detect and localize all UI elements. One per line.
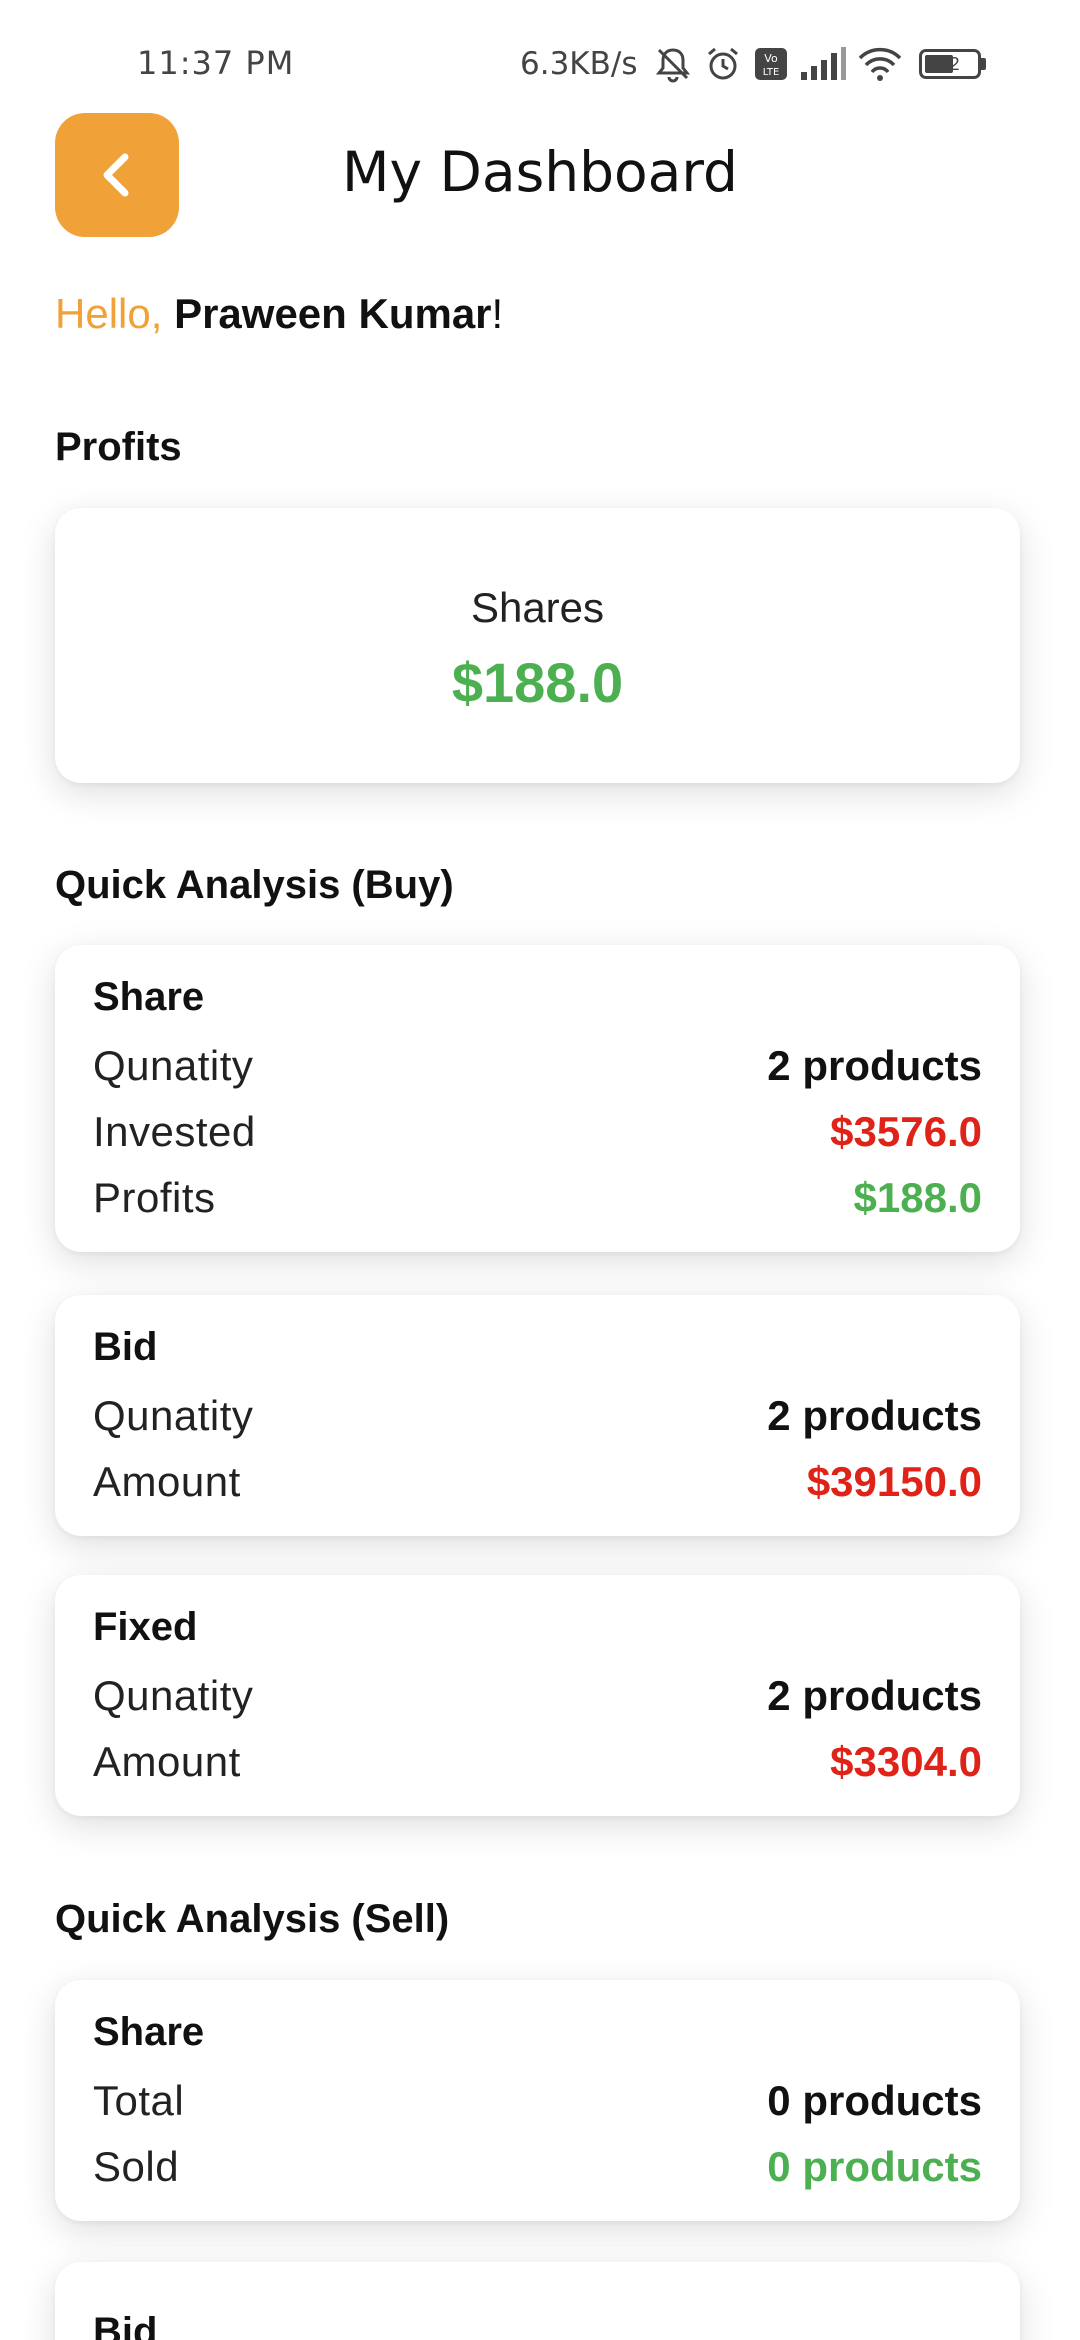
- signal-icon: [799, 46, 847, 82]
- row-label: Invested: [93, 1108, 256, 1155]
- card-row: Amount $39150.0: [93, 1457, 982, 1507]
- row-label: Qunatity: [93, 1042, 254, 1089]
- svg-text:Vo: Vo: [764, 52, 778, 65]
- battery-level: 52: [939, 54, 960, 74]
- volte-icon: Vo LTE: [753, 46, 789, 82]
- card-title: Share: [93, 2010, 205, 2054]
- buy-share-card: Share Qunatity 2 products Invested $3576…: [55, 945, 1020, 1252]
- greeting-suffix: !: [491, 290, 504, 337]
- card-title: Fixed: [93, 1605, 198, 1649]
- status-time: 11:37 PM: [137, 44, 295, 82]
- sell-share-card: Share Total 0 products Sold 0 products: [55, 1980, 1020, 2221]
- row-label: Amount: [93, 1458, 241, 1505]
- card-row: Qunatity 2 products: [93, 1671, 982, 1721]
- row-label: Total: [93, 2077, 185, 2124]
- alarm-icon: [703, 44, 743, 84]
- row-label: Qunatity: [93, 1392, 254, 1439]
- profits-card: Shares $188.0: [55, 508, 1020, 783]
- row-label: Amount: [93, 1738, 241, 1785]
- wifi-icon: [857, 46, 903, 82]
- sell-bid-card: Bid: [55, 2262, 1020, 2340]
- card-title: Bid: [93, 2310, 158, 2340]
- profits-section-title: Profits: [55, 425, 182, 469]
- row-label: Sold: [93, 2143, 180, 2190]
- svg-text:LTE: LTE: [762, 67, 779, 78]
- row-value: 0 products: [767, 2143, 982, 2190]
- row-label: Profits: [93, 1174, 216, 1221]
- card-row: Profits $188.0: [93, 1173, 982, 1223]
- row-value: 2 products: [767, 1042, 982, 1089]
- network-speed: 6.3KB/s: [520, 46, 638, 82]
- row-value: $3304.0: [830, 1738, 982, 1785]
- card-row: Qunatity 2 products: [93, 1041, 982, 1091]
- row-value: $3576.0: [830, 1108, 982, 1155]
- battery-icon: 52: [913, 49, 986, 79]
- card-title: Share: [93, 975, 205, 1019]
- card-row: Amount $3304.0: [93, 1737, 982, 1787]
- row-value: $188.0: [853, 1174, 982, 1221]
- card-row: Qunatity 2 products: [93, 1391, 982, 1441]
- page-title: My Dashboard: [342, 140, 738, 204]
- row-value: 2 products: [767, 1672, 982, 1719]
- status-bar: 11:37 PM 6.3KB/s Vo LTE 52: [0, 0, 1080, 126]
- profit-value: $188.0: [451, 651, 624, 714]
- row-value: $39150.0: [806, 1458, 982, 1505]
- sell-section-title: Quick Analysis (Sell): [55, 1897, 450, 1941]
- card-row: Sold 0 products: [93, 2142, 982, 2192]
- profit-label: Shares: [470, 584, 605, 631]
- greeting-hello: Hello,: [55, 290, 175, 337]
- card-title: Bid: [93, 1325, 158, 1369]
- row-value: 0 products: [767, 2077, 982, 2124]
- buy-section-title: Quick Analysis (Buy): [55, 863, 454, 907]
- buy-bid-card: Bid Qunatity 2 products Amount $39150.0: [55, 1295, 1020, 1536]
- row-label: Qunatity: [93, 1672, 254, 1719]
- row-value: 2 products: [767, 1392, 982, 1439]
- user-name: Praween Kumar: [174, 290, 492, 337]
- greeting: Hello, Praween Kumar!: [55, 290, 503, 338]
- card-row: Invested $3576.0: [93, 1107, 982, 1157]
- buy-fixed-card: Fixed Qunatity 2 products Amount $3304.0: [55, 1575, 1020, 1816]
- status-icons: 6.3KB/s Vo LTE 52: [520, 40, 991, 88]
- card-row: Total 0 products: [93, 2076, 982, 2126]
- mute-icon: [653, 44, 693, 84]
